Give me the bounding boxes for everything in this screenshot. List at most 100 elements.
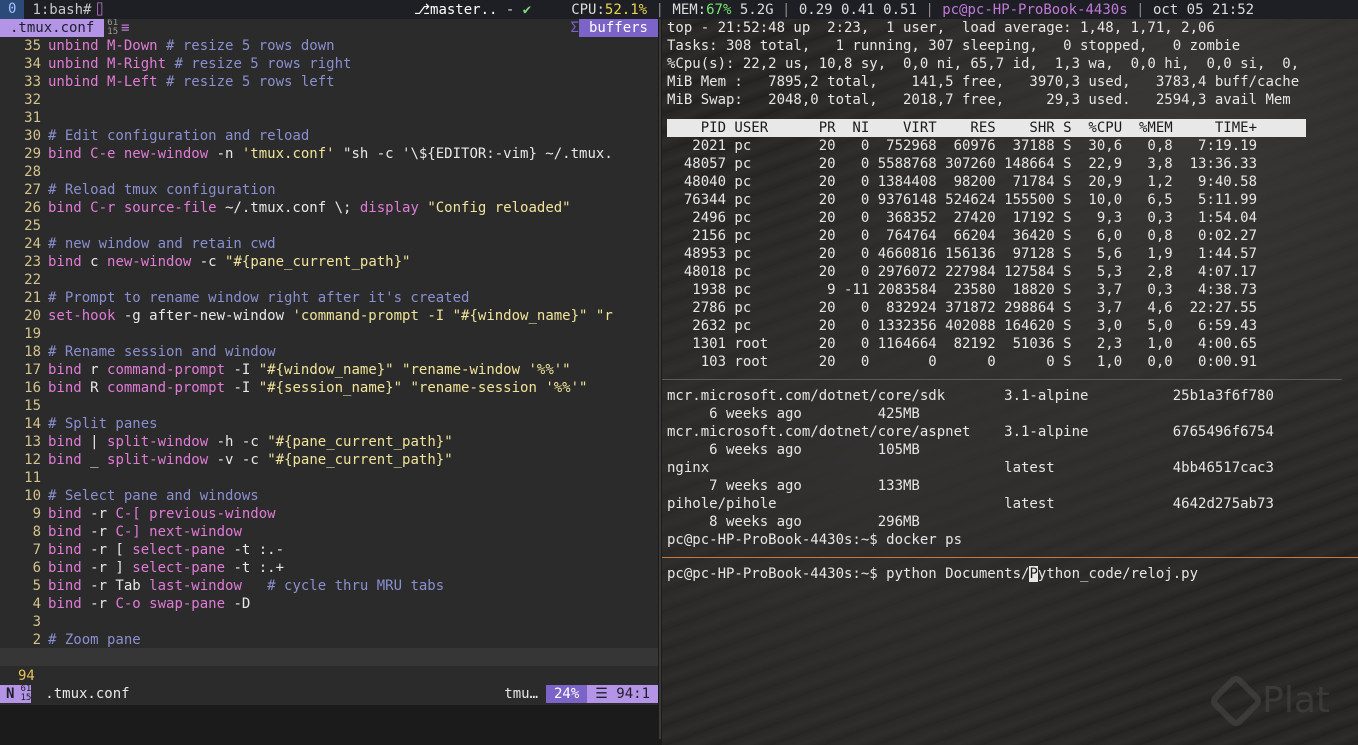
window-index[interactable]: 0 — [0, 0, 25, 19]
process-row[interactable]: 1301 root 20 0 1164664 82192 51036 S 2,3… — [662, 335, 1358, 353]
code-line[interactable]: 33 unbind M-Left # resize 5 rows left — [0, 73, 658, 91]
line-number: 35 — [24, 38, 41, 54]
code-text: bind -r C-] next-window — [48, 523, 242, 541]
cursor-line[interactable]: 94 — [0, 667, 658, 685]
code-line[interactable]: 29 bind C-e new-window -n 'tmux.conf' "sh… — [0, 145, 658, 163]
code-text: # Rename session and window — [48, 343, 276, 361]
code-line[interactable]: 14 # Split panes — [0, 415, 658, 433]
line-number: 18 — [24, 344, 41, 360]
line-number: 17 — [24, 362, 41, 378]
code-token: ~/.tmux.conf \; — [216, 200, 360, 216]
process-row[interactable]: 48953 pc 20 0 4660816 156136 97128 S 5,6… — [662, 245, 1358, 263]
line-number: 10 — [24, 488, 41, 504]
code-line[interactable]: 27 # Reload tmux configuration — [0, 181, 658, 199]
top-process-table[interactable]: 2021 pc 20 0 752968 60976 37188 S 30,6 0… — [662, 137, 1358, 371]
pane-divider[interactable] — [659, 19, 661, 739]
code-line[interactable]: 2 # Zoom pane — [0, 631, 658, 649]
code-line[interactable]: 17 bind r command-prompt -I "#{window_nam… — [0, 361, 658, 379]
line-number: 26 — [24, 200, 41, 216]
window-name[interactable]: 1:bash# — [24, 1, 91, 19]
docker-output-line: pc@pc-HP-ProBook-4430s:~$ docker ps — [667, 532, 963, 548]
code-line[interactable]: 23 bind c new-window -c "#{pane_current_p… — [0, 253, 658, 271]
process-row[interactable]: 2786 pc 20 0 832924 371872 298864 S 3,7 … — [662, 299, 1358, 317]
code-line[interactable]: 30 # Edit configuration and reload — [0, 127, 658, 145]
process-row[interactable]: 76344 pc 20 0 9376148 524624 155500 S 10… — [662, 191, 1358, 209]
code-line[interactable]: 16 bind R command-prompt -I "#{session_na… — [0, 379, 658, 397]
code-line[interactable]: 19 — [0, 325, 658, 343]
code-token: C-[ previous-window — [115, 506, 276, 522]
code-line[interactable]: 26 bind C-r source-file ~/.tmux.conf \; d… — [0, 199, 658, 217]
process-row[interactable]: 2496 pc 20 0 368352 27420 17192 S 9,3 0,… — [662, 209, 1358, 227]
mem-label: MEM: — [672, 1, 707, 18]
vim-pane[interactable]: .tmux.conf 61 15 ≡ Σ buffers 35 unbind M-D… — [0, 19, 658, 705]
code-line[interactable]: 15 — [0, 397, 658, 415]
code-line[interactable]: 32 — [0, 91, 658, 109]
process-row[interactable]: 2632 pc 20 0 1332356 402088 164620 S 3,0… — [662, 317, 1358, 335]
code-line[interactable]: 5 bind -r Tab last-window # cycle thru MR… — [0, 577, 658, 595]
status-percent: 24% — [546, 685, 588, 703]
top-summary-line: Tasks: 308 total, 1 running, 307 sleepin… — [667, 38, 1241, 54]
code-line[interactable]: 6 bind -r ] select-pane -t :.+ — [0, 559, 658, 577]
process-row[interactable]: 48040 pc 20 0 1384408 98200 71784 S 20,9… — [662, 173, 1358, 191]
code-line[interactable]: 21 # Prompt to rename window right after … — [0, 289, 658, 307]
code-line[interactable]: 25 — [0, 217, 658, 235]
code-token: -I — [225, 362, 259, 378]
docker-output[interactable]: mcr.microsoft.com/dotnet/core/sdk 3.1-al… — [662, 380, 1358, 549]
line-number: 11 — [24, 470, 41, 486]
code-token: set-hook — [48, 308, 116, 324]
process-row[interactable]: 48057 pc 20 0 5588768 307260 148664 S 22… — [662, 155, 1358, 173]
code-line[interactable]: 31 — [0, 109, 658, 127]
code-token: split-window — [107, 452, 209, 468]
process-row[interactable]: 103 root 20 0 0 0 0 S 1,0 0,0 0:00.91 — [662, 353, 1358, 371]
code-area[interactable]: 35 unbind M-Down # resize 5 rows down 34 un… — [0, 37, 658, 667]
code-line[interactable]: 7 bind -r [ select-pane -t :.- — [0, 541, 658, 559]
code-line[interactable]: 10 # Select pane and windows — [0, 487, 658, 505]
code-token: select-pane — [132, 560, 226, 576]
code-line[interactable]: 24 # new window and retain cwd — [0, 235, 658, 253]
top-table-header: PID USER PR NI VIRT RES SHR S %CPU %MEM … — [667, 119, 1306, 137]
top-summary-line: MiB Mem : 7895,2 total, 141,5 free, 3970… — [667, 74, 1300, 90]
code-token: -r — [81, 596, 116, 612]
code-token: # Edit configuration and reload — [48, 128, 310, 144]
line-number: 9 — [32, 506, 41, 522]
code-token: -r [ — [81, 542, 133, 558]
code-line[interactable]: 11 — [0, 469, 658, 487]
code-line[interactable]: 22 — [0, 271, 658, 289]
code-line[interactable]: 13 bind | split-window -h -c "#{pane_curr… — [0, 433, 658, 451]
code-line[interactable]: 4 bind -r C-o swap-pane -D — [0, 595, 658, 613]
code-token: -I — [225, 380, 259, 396]
line-number: 22 — [24, 272, 41, 288]
code-text: bind r command-prompt -I "#{window_name}… — [48, 361, 571, 379]
code-line[interactable]: 18 # Rename session and window — [0, 343, 658, 361]
vim-tab-tmux-conf[interactable]: .tmux.conf — [0, 19, 105, 37]
code-line[interactable]: 20 set-hook -g after-new-window 'command-… — [0, 307, 658, 325]
code-text: bind -r ] select-pane -t :.+ — [48, 559, 284, 577]
code-line[interactable]: 12 bind _ split-window -v -c "#{pane_curr… — [0, 451, 658, 469]
code-token: C-o swap-pane — [115, 596, 226, 612]
line-number: 30 — [24, 128, 41, 144]
code-line[interactable]: 8 bind -r C-] next-window — [0, 523, 658, 541]
code-token: -t :.- — [225, 542, 285, 558]
code-line[interactable]: 3 — [0, 613, 658, 631]
status-separator: | — [782, 1, 791, 18]
buffers-label[interactable]: buffers — [578, 19, 658, 37]
code-line[interactable]: 35 unbind M-Down # resize 5 rows down — [0, 37, 658, 55]
process-row[interactable]: 1938 pc 9 -11 2083584 23580 18820 S 3,7 … — [662, 281, 1358, 299]
line-number: 16 — [24, 380, 41, 396]
process-row[interactable]: 2156 pc 20 0 764764 66204 36420 S 6,0 0,… — [662, 227, 1358, 245]
code-token: -g after-new-window — [115, 308, 293, 324]
code-line[interactable]: 28 — [0, 163, 658, 181]
mode-counter-icon: 61 15 — [20, 684, 32, 703]
code-line[interactable]: 9 bind -r C-[ previous-window — [0, 505, 658, 523]
code-token: unbind M-Left — [48, 74, 158, 90]
code-text: bind c new-window -c "#{pane_current_pat… — [48, 253, 410, 271]
code-token: bind — [48, 254, 82, 270]
status-filetype: tmu… — [504, 686, 538, 702]
code-line[interactable]: 34 unbind M-Right # resize 5 rows right — [0, 55, 658, 73]
shell-command-line[interactable]: pc@pc-HP-ProBook-4430s:~$ python Documen… — [662, 565, 1358, 583]
status-position: ☰ 94:1 — [587, 685, 658, 703]
terminal-pane-right[interactable]: top - 21:52:48 up 2:23, 1 user, load ave… — [662, 19, 1358, 745]
process-row[interactable]: 48018 pc 20 0 2976072 227984 127584 S 5,… — [662, 263, 1358, 281]
code-token: "#{window_name}" "rename-window '%%'" — [258, 362, 571, 378]
process-row[interactable]: 2021 pc 20 0 752968 60976 37188 S 30,6 0… — [662, 137, 1358, 155]
